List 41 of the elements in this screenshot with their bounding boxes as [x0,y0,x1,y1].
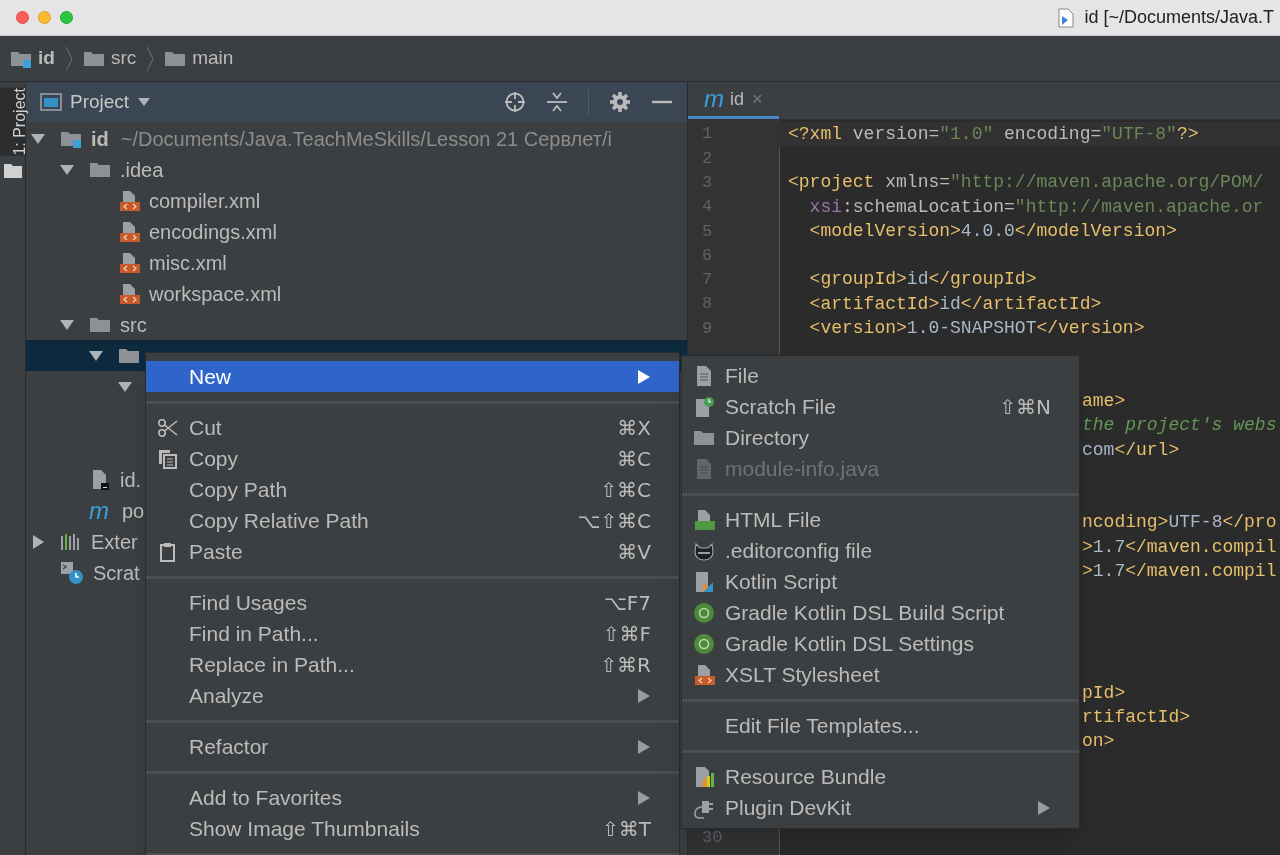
window-title: id [~/Documents/Java.T [1084,6,1274,29]
code-line: pId> [1082,681,1126,705]
tree-label: src [120,312,147,338]
code-line: on> [1082,730,1115,754]
path-label: ~/Documents/Java.TeachMeSkills/Lesson 21 Сервлет/i [120,126,612,152]
code-line: the project's webs [1082,414,1277,438]
shortcut-label: ⇧⌘C [600,476,651,504]
code-line: <artifactId>id</artifactId> [808,292,1102,316]
shortcut-label: ⌘C [617,445,651,473]
shortcut-label: ⌘X [617,414,651,442]
shortcut-label: ⌥F7 [603,589,651,617]
shortcut-label: ⇧⌘R [600,651,651,679]
code-line: <project xmlns="http://maven.apache.org/POM/ [788,171,1264,195]
code-line: <groupId>id</groupId> [808,268,1037,292]
code-line: rtifactId> [1082,705,1191,729]
tree-label: encodings.xml [149,219,277,245]
shortcut-label: ⌥⇧⌘C [577,507,651,535]
code-line: >1.7</maven.compil [1082,535,1277,559]
tree-label: Scrat [93,560,140,586]
shortcut-label: ⌘V [617,538,651,566]
code-line: xsi:schemaLocation="http://maven.apache.or [808,195,1264,219]
tree-label: Exter [91,529,138,555]
code-line: >1.7</maven.compil [1082,560,1277,584]
tree-label: workspace.xml [149,281,282,307]
shortcut-label: ⇧⌘F [602,620,651,648]
tree-label: .idea [120,157,164,183]
tree-label: misc.xml [149,250,227,276]
shortcut-label: ⇧⌘T [602,815,651,843]
file-type-icon: m [89,498,113,523]
file-type-icon: m [704,87,724,111]
tree-label: id [91,126,109,152]
code-line: <modelVersion>4.0.0</modelVersion> [808,219,1177,243]
tree-label: po [122,498,145,524]
code-line: <?xml version="1.0" encoding="UTF-8"?> [788,122,1199,146]
code-line: ncoding>UTF-8</pro [1082,511,1277,535]
code-line: <version>1.0-SNAPSHOT</version> [808,317,1145,341]
code-line: ame> [1082,389,1126,413]
tree-label: compiler.xml [149,188,261,214]
tree-label: id. [120,467,142,493]
code-line: com</url> [1082,438,1180,462]
shortcut-label: ⇧⌘N [999,393,1051,421]
